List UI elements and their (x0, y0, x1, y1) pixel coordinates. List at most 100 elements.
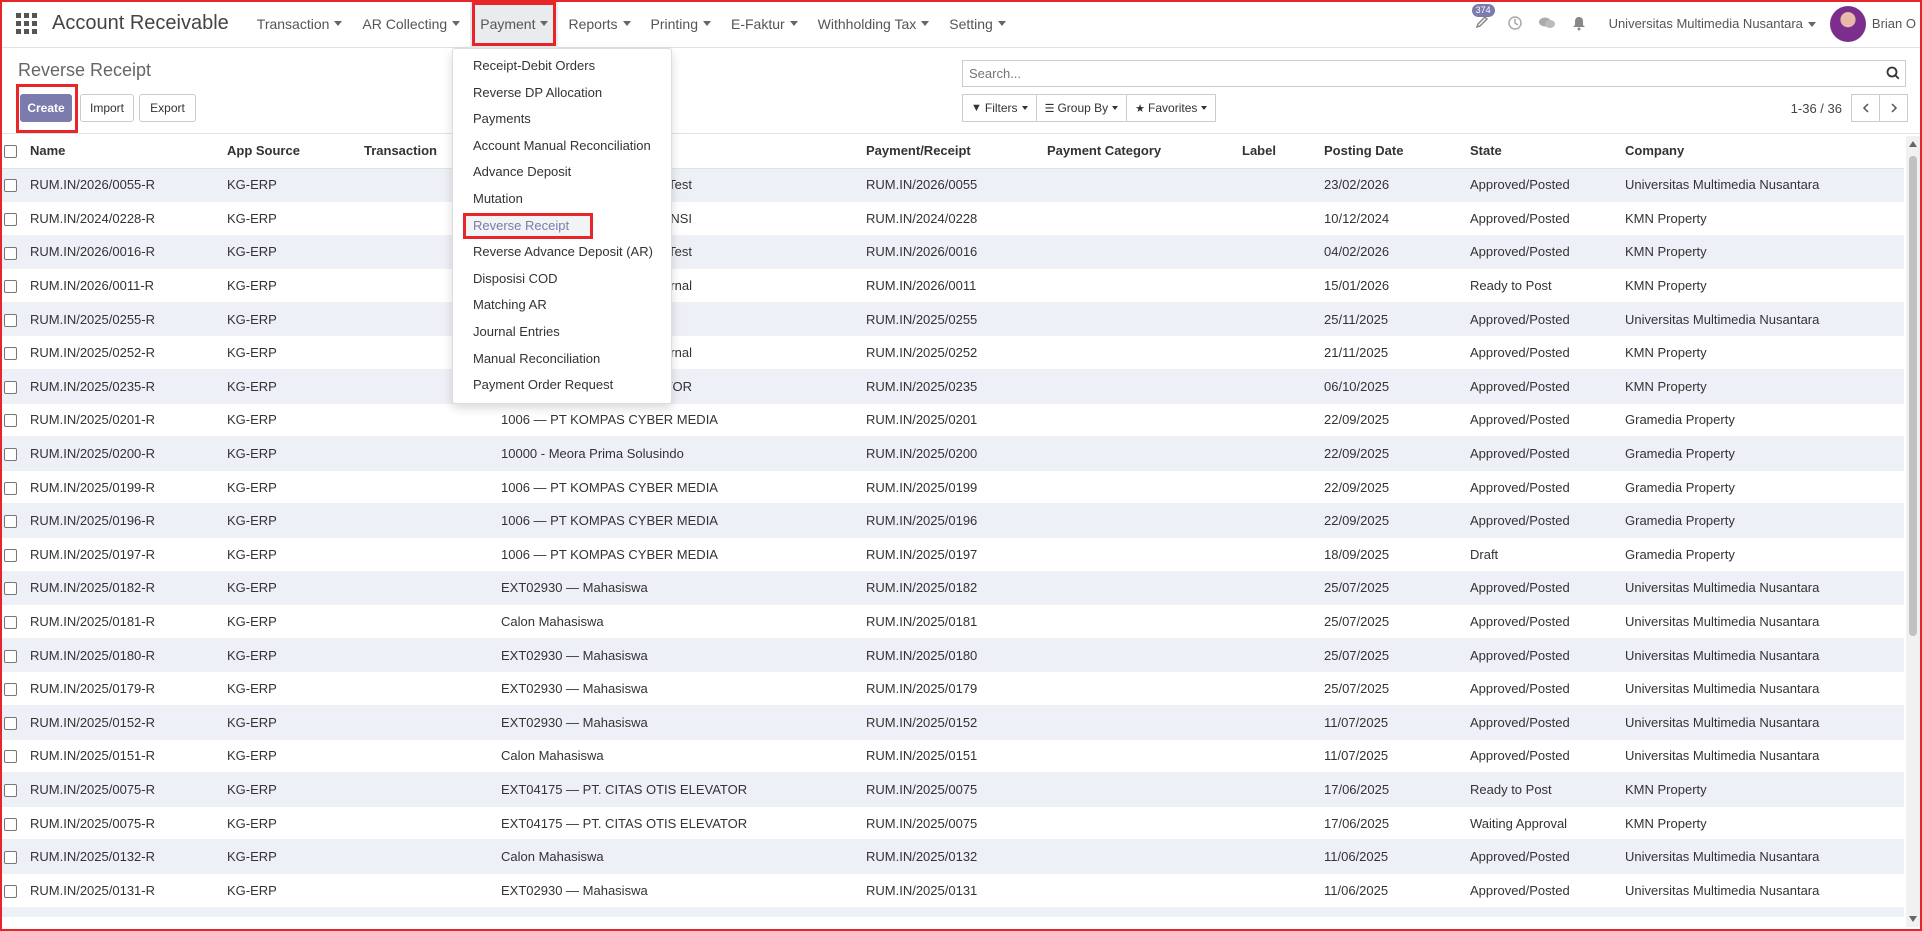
table-row[interactable]: RUM.IN/2025/0255-R KG-ERP RUM.IN/2025/0255… (0, 302, 1904, 337)
company-switcher[interactable]: Universitas Multimedia Nusantara (1609, 16, 1816, 31)
row-checkbox[interactable] (4, 515, 17, 529)
row-checkbox[interactable] (4, 548, 17, 562)
row-checkbox[interactable] (4, 481, 17, 495)
column-header[interactable]: App Source (223, 134, 360, 169)
row-checkbox[interactable] (4, 616, 17, 630)
row-checkbox[interactable] (4, 280, 17, 294)
edit-icon[interactable]: 374 (1471, 3, 1495, 33)
import-button[interactable]: Import (80, 94, 134, 122)
dropdown-item[interactable]: Journal Entries (453, 319, 671, 346)
table-row[interactable]: RUM.IN/2025/0131-R KG-ERP EXT02930 — Mahas… (0, 873, 1904, 908)
table-row[interactable]: RUM.IN/2025/0075-R KG-ERP EXT04175 — PT. C… (0, 772, 1904, 807)
column-header[interactable]: Payment/Receipt (862, 134, 1043, 169)
scrollbar-thumb[interactable] (1909, 156, 1917, 636)
table-row[interactable]: RUM.IN/2025/0152-R KG-ERP EXT02930 — Mahas… (0, 705, 1904, 740)
table-row[interactable]: RUM.IN/2026/0011-RKG-ERP- InternalRUM.IN… (0, 268, 1904, 303)
row-checkbox[interactable] (4, 784, 17, 798)
group-by-button[interactable]: ☰ Group By (1035, 94, 1128, 122)
favorites-button[interactable]: ★ Favorites (1126, 94, 1217, 122)
column-header[interactable]: Label (1238, 134, 1320, 169)
table-row[interactable]: RUM.IN/2025/0179-R KG-ERP EXT02930 — Mahas… (0, 671, 1904, 706)
row-checkbox[interactable] (4, 582, 17, 596)
table-row[interactable]: RUM.IN/2025/0130-RKG-ERP EXT02930 — Mahas… (0, 907, 1904, 917)
table-row[interactable]: RUM.IN/2024/0228-RKG-ERPDIMENSIRUM.IN/20… (0, 201, 1904, 236)
dropdown-item[interactable]: Payment Order Request (453, 372, 671, 399)
filters-button[interactable]: ▼ Filters (962, 94, 1037, 122)
pager-value[interactable]: 1-36 / 36 (1791, 101, 1842, 116)
row-checkbox[interactable] (4, 716, 17, 730)
dropdown-item[interactable]: Advance Deposit (453, 159, 671, 186)
table-row[interactable]: RUM.IN/2026/0016-R KG-ERP Test RUM.IN/2026/… (0, 235, 1904, 270)
column-header[interactable]: State (1466, 134, 1621, 169)
row-checkbox[interactable] (4, 817, 17, 831)
column-header[interactable]: Company (1621, 134, 1904, 169)
table-row[interactable]: RUM.IN/2025/0182-R KG-ERP EXT02930 — Mahas… (0, 571, 1904, 606)
pager-next-button[interactable] (1879, 94, 1908, 122)
table-row[interactable]: RUM.IN/2025/0199-R KG-ERP 1006 — PT KOMPAS… (0, 470, 1904, 505)
scroll-down-icon[interactable] (1909, 916, 1917, 922)
dropdown-item[interactable]: Manual Reconciliation (453, 346, 671, 373)
row-checkbox[interactable] (4, 313, 17, 327)
menu-transaction[interactable]: Transaction (247, 0, 353, 48)
clock-icon[interactable] (1506, 15, 1524, 33)
table-cell: KG-ERP (223, 369, 360, 404)
table-row[interactable]: RUM.IN/2025/0200-R KG-ERP 10000 - Meora Pr… (0, 436, 1904, 471)
menu-withholding-tax[interactable]: Withholding Tax (808, 0, 940, 48)
menu-ar-collecting[interactable]: AR Collecting (352, 0, 470, 48)
table-row[interactable]: RUM.IN/2025/0235-RKG-ERPELEVATORRUM.IN/2… (0, 369, 1904, 404)
menu-setting[interactable]: Setting (939, 0, 1016, 48)
dropdown-item[interactable]: Disposisi COD (453, 266, 671, 293)
table-row[interactable]: RUM.IN/2025/0197-R KG-ERP 1006 — PT KOMPAS… (0, 537, 1904, 572)
column-header[interactable]: Name (26, 134, 223, 169)
pager-previous-button[interactable] (1851, 94, 1880, 122)
table-row[interactable]: RUM.IN/2025/0075-R KG-ERP EXT04175 — PT. C… (0, 806, 1904, 841)
dropdown-item[interactable]: Payments (453, 106, 671, 133)
chat-icon[interactable] (1538, 15, 1556, 33)
dropdown-item[interactable]: Receipt-Debit Orders (453, 53, 671, 80)
row-checkbox[interactable] (4, 414, 17, 428)
menu-printing[interactable]: Printing (641, 0, 721, 48)
table-row[interactable]: RUM.IN/2025/0151-R KG-ERP Calon Mahasiswa R… (0, 739, 1904, 774)
scrollbar[interactable] (1906, 136, 1920, 927)
table-row[interactable]: RUM.IN/2026/0055-R KG-ERP Test RUM.IN/2026/… (0, 168, 1904, 203)
row-checkbox[interactable] (4, 750, 17, 764)
row-checkbox[interactable] (4, 884, 17, 898)
row-checkbox[interactable] (4, 649, 17, 663)
table-row[interactable]: RUM.IN/2025/0181-R KG-ERP Calon Mahasiswa R… (0, 604, 1904, 639)
menu-payment[interactable]: Payment (470, 0, 559, 48)
table-cell: RUM.IN/2026/0016 (862, 235, 1043, 270)
select-all-checkbox[interactable] (4, 145, 17, 159)
row-checkbox[interactable] (4, 212, 17, 226)
row-checkbox[interactable] (4, 380, 17, 394)
row-checkbox[interactable] (4, 347, 17, 361)
bell-icon[interactable] (1570, 15, 1588, 33)
row-checkbox[interactable] (4, 179, 17, 193)
apps-grid-icon[interactable] (16, 12, 38, 35)
row-checkbox[interactable] (4, 246, 17, 260)
menu-e-faktur[interactable]: E-Faktur (721, 0, 808, 48)
dropdown-item[interactable]: Mutation (453, 186, 671, 213)
row-checkbox[interactable] (4, 683, 17, 697)
search-icon[interactable] (1886, 66, 1900, 80)
column-header[interactable]: Posting Date (1320, 134, 1466, 169)
export-button[interactable]: Export (139, 94, 196, 122)
column-header[interactable]: Payment Category (1043, 134, 1238, 169)
row-checkbox[interactable] (4, 851, 17, 865)
dropdown-item[interactable]: Reverse Receipt (463, 212, 593, 240)
search-input[interactable] (963, 61, 1863, 86)
dropdown-item[interactable]: Reverse Advance Deposit (AR) (453, 239, 671, 266)
row-checkbox[interactable] (4, 448, 17, 462)
dropdown-item[interactable]: Account Manual Reconciliation (453, 133, 671, 160)
table-row[interactable]: RUM.IN/2025/0132-R KG-ERP Calon Mahasiswa R… (0, 839, 1904, 874)
table-row[interactable]: RUM.IN/2025/0180-R KG-ERP EXT02930 — Mahas… (0, 638, 1904, 673)
dropdown-item[interactable]: Matching AR (453, 292, 671, 319)
menu-reports[interactable]: Reports (558, 0, 640, 48)
table-row[interactable]: RUM.IN/2025/0252-RKG-ERP- InternalRUM.IN… (0, 335, 1904, 371)
dropdown-item[interactable]: Reverse DP Allocation (453, 80, 671, 107)
table-row[interactable]: RUM.IN/2025/0196-R KG-ERP 1006 — PT KOMPAS… (0, 503, 1904, 539)
scroll-up-icon[interactable] (1909, 141, 1917, 147)
table-cell: KG-ERP (223, 403, 360, 438)
table-row[interactable]: RUM.IN/2025/0201-R KG-ERP 1006 — PT KOMPAS… (0, 403, 1904, 438)
user-name[interactable]: Brian O (1872, 16, 1916, 31)
avatar[interactable] (1829, 5, 1866, 42)
